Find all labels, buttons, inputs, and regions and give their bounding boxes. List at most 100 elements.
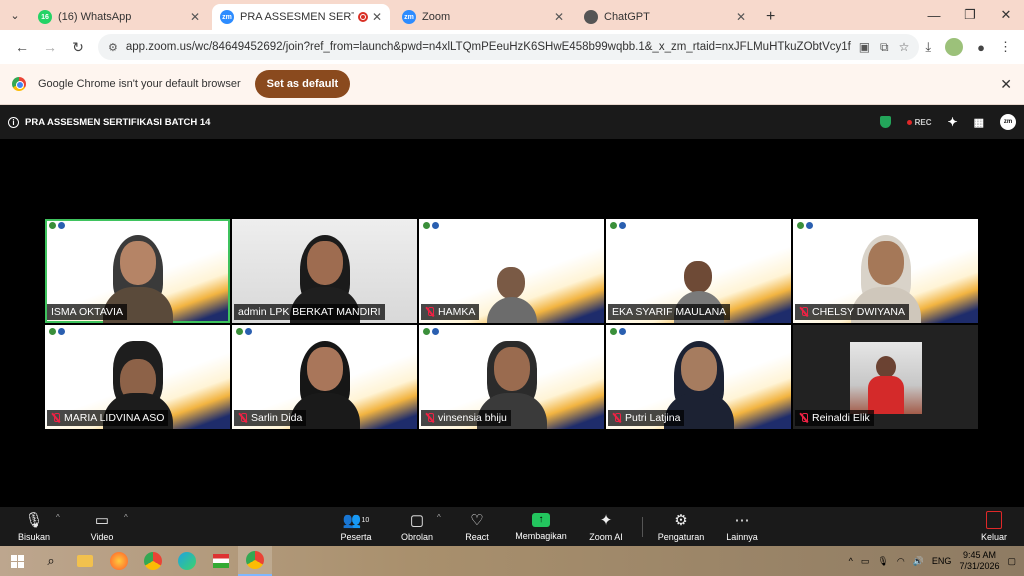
mute-button[interactable]: 🎙 Bisukan (14, 507, 54, 546)
leave-button[interactable]: Keluar (976, 507, 1012, 546)
close-window-icon[interactable]: ✕ (988, 7, 1024, 23)
meeting-controls-bar: 🎙 Bisukan ^ ▭ Video ^ 👥10 Peserta ▢ Obro… (0, 507, 1024, 546)
new-tab-button[interactable]: + (758, 8, 783, 30)
windows-taskbar: ⌕ ^ ▭ 🎙 ◠ 🔊 ENG 9:45 AM 7/31/2026 ▢ (0, 546, 1024, 576)
forward-icon[interactable]: → (36, 39, 64, 55)
meeting-title: PRA ASSESMEN SERTIFIKASI BATCH 14 (25, 116, 211, 128)
participant-name-tag: HAMKA (421, 304, 480, 320)
site-info-icon[interactable]: ⚙ (108, 41, 118, 54)
restore-icon[interactable]: ❐ (952, 7, 988, 23)
tab-search-button[interactable]: ⌄ (0, 0, 30, 30)
taskbar-chrome-active[interactable] (238, 546, 272, 576)
security-shield-icon[interactable] (879, 116, 891, 128)
taskbar-firefox[interactable] (102, 546, 136, 576)
download-icon[interactable]: ⤓ (925, 39, 931, 55)
video-options-chevron-icon[interactable]: ^ (124, 513, 128, 522)
banner-logos (610, 328, 626, 335)
ai-sparkle-icon: ✦ (599, 511, 613, 529)
share-arrow-icon: ↑ (532, 512, 550, 527)
camera-icon[interactable]: ▣ (859, 40, 870, 55)
meeting-info-icon[interactable]: i (8, 116, 19, 128)
participants-button[interactable]: 👥10 Peserta (334, 507, 378, 546)
zoom-icon: zm (220, 10, 234, 24)
extension-icon[interactable] (945, 38, 964, 56)
participant-grid: ISMA OKTAVIA admin LPK BERKAT MANDIRI HA… (45, 219, 978, 429)
react-button[interactable]: ♡ React (458, 507, 496, 546)
close-tab-icon[interactable]: ✕ (554, 10, 564, 24)
participant-tile[interactable]: Putri Latjina (606, 325, 791, 429)
volume-icon[interactable]: 🔊 (913, 556, 924, 567)
language-indicator[interactable]: ENG (932, 556, 952, 566)
chat-bubble-icon: ▢ (409, 511, 425, 529)
translate-icon[interactable]: ⧉ (880, 40, 889, 55)
participant-name-tag: CHELSY DWIYANA (795, 304, 909, 320)
start-button[interactable] (0, 546, 34, 576)
notifications-icon[interactable]: ▢ (1007, 556, 1016, 567)
back-icon[interactable]: ← (8, 39, 36, 55)
participant-tile[interactable]: Reinaldi Elik (793, 325, 978, 429)
participant-tile[interactable]: admin LPK BERKAT MANDIRI (232, 219, 417, 323)
taskbar-chrome[interactable] (136, 546, 170, 576)
mic-muted-icon (799, 307, 809, 317)
show-hidden-icons-icon[interactable]: ^ (849, 556, 853, 566)
participant-tile[interactable]: Sarlin Dida (232, 325, 417, 429)
toolbar-divider (642, 517, 643, 537)
mute-label: Bisukan (17, 531, 51, 542)
profile-icon[interactable]: ● (977, 40, 985, 55)
settings-label: Pengaturan (657, 531, 705, 542)
react-label: React (465, 531, 489, 542)
close-tab-icon[interactable]: ✕ (372, 10, 382, 24)
ai-sparkle-icon[interactable]: ✦ (948, 115, 958, 129)
tab-zoom[interactable]: zm Zoom ✕ (394, 4, 572, 30)
chat-label: Obrolan (400, 531, 434, 542)
view-grid-icon[interactable]: ▦ (974, 116, 984, 129)
close-tab-icon[interactable]: ✕ (736, 10, 746, 24)
chat-button[interactable]: ▢ Obrolan (396, 507, 438, 546)
browser-toolbar: ← → ↻ ⚙ app.zoom.us/wc/84649452692/join?… (0, 30, 1024, 64)
share-label: Membagikan (515, 530, 567, 541)
wifi-icon[interactable]: ◠ (897, 556, 905, 567)
participant-count: 10 (361, 516, 370, 524)
tab-whatsapp[interactable]: 16 (16) WhatsApp ✕ (30, 4, 208, 30)
share-screen-button[interactable]: ↑ Membagikan (512, 507, 570, 546)
close-infobar-icon[interactable]: ✕ (1000, 76, 1012, 93)
taskbar-app[interactable] (204, 546, 238, 576)
participant-tile[interactable]: EKA SYARIF MAULANA (606, 219, 791, 323)
microphone-tray-icon[interactable]: 🎙 (877, 556, 888, 567)
profile-photo (850, 342, 922, 414)
network-icon[interactable]: ▭ (861, 556, 870, 567)
bookmark-star-icon[interactable]: ☆ (899, 40, 910, 55)
search-button[interactable]: ⌕ (34, 546, 68, 576)
banner-logos (423, 328, 439, 335)
audio-options-chevron-icon[interactable]: ^ (56, 513, 60, 522)
participant-tile[interactable]: MARIA LIDVINA ASO (45, 325, 230, 429)
menu-icon[interactable]: ⋮ (999, 39, 1012, 55)
recording-icon (357, 12, 368, 22)
address-bar[interactable]: ⚙ app.zoom.us/wc/84649452692/join?ref_fr… (98, 34, 920, 60)
participant-video (486, 263, 537, 323)
video-button[interactable]: ▭ Video (82, 507, 122, 546)
participant-tile[interactable]: vinsensia bhiju (419, 325, 604, 429)
chrome-icon (246, 551, 264, 569)
participant-tile[interactable]: ISMA OKTAVIA (45, 219, 230, 323)
taskbar-edge[interactable] (170, 546, 204, 576)
participant-tile[interactable]: CHELSY DWIYANA (793, 219, 978, 323)
tab-pra-assesmen[interactable]: zm PRA ASSESMEN SERTIFIKASI ✕ (212, 4, 390, 30)
settings-button[interactable]: ⚙ Pengaturan (654, 507, 708, 546)
close-tab-icon[interactable]: ✕ (190, 10, 200, 24)
tab-chatgpt[interactable]: ChatGPT ✕ (576, 4, 754, 30)
participant-tile[interactable]: HAMKA (419, 219, 604, 323)
clock-date: 7/31/2026 (959, 561, 1000, 571)
set-default-button[interactable]: Set as default (254, 70, 351, 98)
taskbar-file-explorer[interactable] (68, 546, 102, 576)
banner-logos (236, 328, 252, 335)
clock[interactable]: 9:45 AM 7/31/2026 (959, 550, 999, 572)
zoom-ai-button[interactable]: ✦ Zoom AI (584, 507, 628, 546)
reload-icon[interactable]: ↻ (64, 39, 92, 56)
chat-options-chevron-icon[interactable]: ^ (437, 513, 441, 522)
recording-indicator[interactable]: REC (907, 118, 932, 127)
more-button[interactable]: ⋯ Lainnya (722, 507, 762, 546)
chrome-icon (12, 77, 26, 91)
window-controls: — ❐ ✕ (916, 0, 1024, 30)
minimize-icon[interactable]: — (916, 8, 952, 23)
